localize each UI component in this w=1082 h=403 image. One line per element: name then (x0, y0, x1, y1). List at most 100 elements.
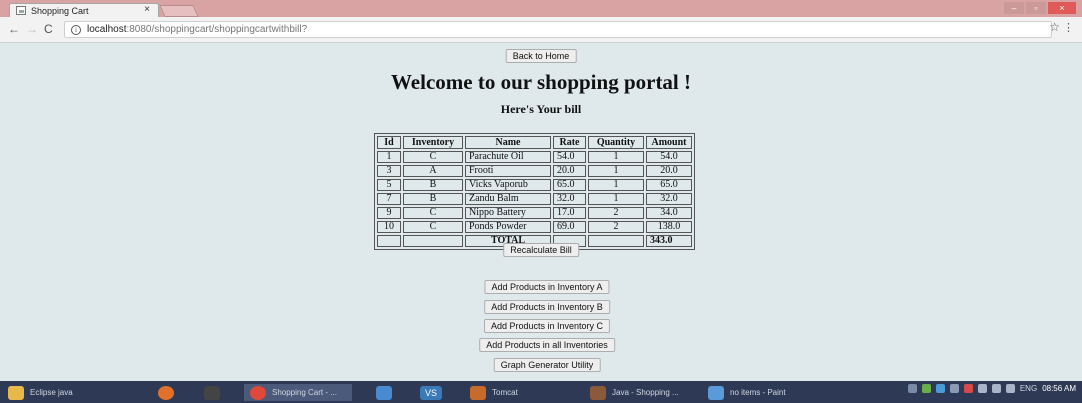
cell-inventory: B (403, 193, 463, 205)
vs-icon: VS (420, 385, 442, 400)
table-row: 10 C Ponds Powder 69.0 2 138.0 (377, 221, 692, 233)
tray-network-icon[interactable] (907, 384, 917, 393)
table-header-row: Id Inventory Name Rate Quantity Amount (377, 136, 692, 149)
firefox-icon (158, 385, 174, 400)
cell-amount: 34.0 (646, 207, 692, 219)
cell-amount: 54.0 (646, 151, 692, 163)
maximize-button[interactable]: ▫ (1026, 2, 1046, 14)
cell-inventory: A (403, 165, 463, 177)
tab-close-icon[interactable]: × (144, 4, 150, 15)
taskbar-item-eclipse[interactable]: Eclipse java (8, 384, 93, 401)
close-window-button[interactable]: × (1048, 2, 1076, 14)
back-to-home-button[interactable]: Back to Home (505, 49, 577, 63)
site-info-icon[interactable]: i (71, 24, 81, 35)
table-row: 7 B Zandu Balm 32.0 1 32.0 (377, 193, 692, 205)
add-inventory-b-button[interactable]: Add Products in Inventory B (484, 300, 610, 314)
address-bar[interactable]: i localhost:8080/shoppingcart/shoppingca… (64, 21, 1052, 38)
tray-bluetooth-icon[interactable] (977, 384, 987, 393)
cell-quantity: 2 (588, 207, 644, 219)
cell-rate: 20.0 (553, 165, 586, 177)
taskbar-item-label: no items - Paint (730, 388, 786, 397)
taskbar-item-label: Tomcat (492, 388, 518, 397)
cell-name: Zandu Balm (465, 193, 551, 205)
tray-display-icon[interactable] (949, 384, 959, 393)
table-row: 5 B Vicks Vaporub 65.0 1 65.0 (377, 179, 692, 191)
cell-inventory: C (403, 151, 463, 163)
cell-amount: 65.0 (646, 179, 692, 191)
cell-id: 3 (377, 165, 401, 177)
taskbar-item-java[interactable]: Java - Shopping ... (590, 384, 695, 401)
new-tab-button[interactable] (159, 5, 199, 17)
page-title: Welcome to our shopping portal ! (390, 70, 692, 94)
browser-tab[interactable]: Shopping Cart × (9, 3, 159, 17)
recalculate-bill-button[interactable]: Recalculate Bill (503, 243, 579, 257)
tray-wifi-icon[interactable] (1005, 384, 1015, 393)
taskbar-item-chrome[interactable]: Shopping Cart - ... (244, 384, 352, 401)
browser-menu-icon[interactable]: ⋮ (1063, 21, 1074, 34)
tray-volume-icon[interactable] (991, 384, 1001, 393)
cell-id: 1 (377, 151, 401, 163)
add-inventory-c-button[interactable]: Add Products in Inventory C (483, 319, 611, 333)
cell-amount: 32.0 (646, 193, 692, 205)
back-arrow-icon[interactable]: ← (8, 22, 20, 36)
cell-id: 9 (377, 207, 401, 219)
table-row: 1 C Parachute Oil 54.0 1 54.0 (377, 151, 692, 163)
cell-name: Parachute Oil (465, 151, 551, 163)
url-host: localhost (87, 24, 127, 35)
cell-quantity: 1 (588, 151, 644, 163)
browser-toolbar: ← → C i localhost:8080/shoppingcart/shop… (0, 17, 1082, 43)
taskbar-item-paint[interactable]: no items - Paint (708, 384, 818, 401)
add-all-inventories-button[interactable]: Add Products in all Inventories (479, 338, 615, 352)
cell-empty (377, 235, 401, 247)
paint-icon (708, 385, 724, 400)
total-amount: 343.0 (646, 235, 692, 247)
tray-flag-icon[interactable] (963, 384, 973, 393)
cell-id: 7 (377, 193, 401, 205)
add-inventory-a-button[interactable]: Add Products in Inventory A (484, 280, 610, 294)
taskbar-clock[interactable]: 08:56 AM (1042, 383, 1076, 393)
col-header-id: Id (377, 136, 401, 149)
eclipse-java-icon (590, 385, 606, 400)
table-row: 9 C Nippo Battery 17.0 2 34.0 (377, 207, 692, 219)
col-header-quantity: Quantity (588, 136, 644, 149)
page-favicon-icon (16, 6, 26, 15)
cell-rate: 65.0 (553, 179, 586, 191)
bill-subheading: Here's Your bill (500, 102, 582, 116)
windows-taskbar: Eclipse java Shopping Cart - ... VS Tomc… (0, 381, 1082, 403)
tab-title: Shopping Cart (31, 5, 89, 16)
taskbar-item-python[interactable] (376, 384, 398, 401)
tray-language[interactable]: ENG (1020, 384, 1037, 393)
col-header-rate: Rate (553, 136, 586, 149)
graph-generator-button[interactable]: Graph Generator Utility (493, 358, 601, 372)
reload-icon[interactable]: C (44, 22, 53, 36)
window-titlebar: Shopping Cart × – ▫ × (0, 0, 1082, 17)
cell-name: Nippo Battery (465, 207, 551, 219)
tray-dropbox-icon[interactable] (935, 384, 945, 393)
cell-inventory: C (403, 207, 463, 219)
forward-arrow-icon[interactable]: → (26, 22, 38, 36)
chrome-icon (250, 385, 266, 400)
cell-empty (588, 235, 644, 247)
taskbar-item-tomcat[interactable]: Tomcat (470, 384, 550, 401)
cell-id: 5 (377, 179, 401, 191)
clock-time: 08:56 AM (1042, 383, 1076, 393)
cell-quantity: 2 (588, 221, 644, 233)
col-header-amount: Amount (646, 136, 692, 149)
minimize-button[interactable]: – (1004, 2, 1024, 14)
taskbar-item-firefox[interactable] (158, 384, 180, 401)
taskbar-item-vs[interactable]: VS (420, 384, 448, 401)
taskbar-item-camera[interactable] (204, 384, 226, 401)
cell-rate: 54.0 (553, 151, 586, 163)
taskbar-item-label: Eclipse java (30, 388, 73, 397)
taskbar-item-label: Shopping Cart - ... (272, 388, 337, 397)
bookmark-star-icon[interactable]: ☆ (1049, 20, 1060, 34)
cell-quantity: 1 (588, 193, 644, 205)
table-row: 3 A Frooti 20.0 1 20.0 (377, 165, 692, 177)
taskbar-item-label: Java - Shopping ... (612, 388, 679, 397)
cell-amount: 20.0 (646, 165, 692, 177)
tray-app-icon[interactable] (921, 384, 931, 393)
bill-table: Id Inventory Name Rate Quantity Amount 1… (374, 133, 695, 250)
cell-id: 10 (377, 221, 401, 233)
col-header-inventory: Inventory (403, 136, 463, 149)
cell-name: Ponds Powder (465, 221, 551, 233)
